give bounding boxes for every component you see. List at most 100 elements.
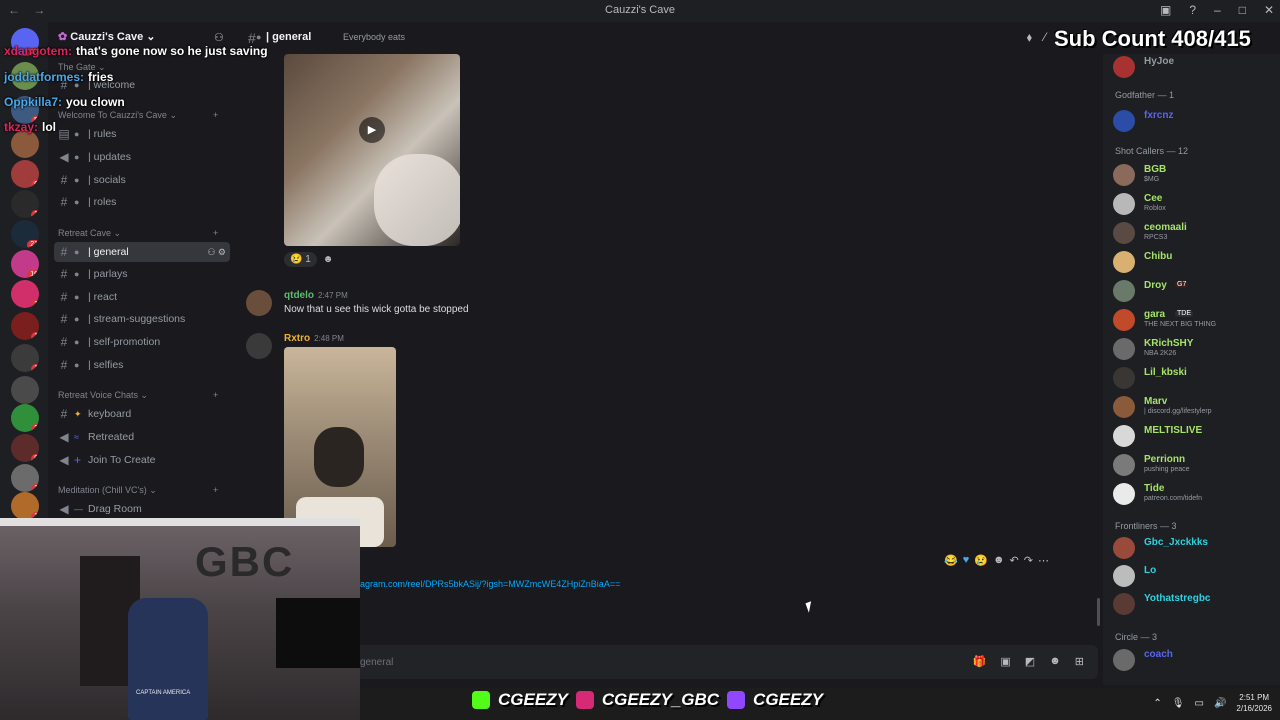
taskbar: CGEEZY CGEEZY_GBC CGEEZY ⌃ 🎙 ▭ 🔊 2:51 PM… <box>360 688 1280 720</box>
role-header-shot-callers: Shot Callers — 12 <box>1115 146 1189 156</box>
category-meditation[interactable]: Meditation (Chill VC's) ⌄ + <box>58 485 218 496</box>
add-member-icon[interactable]: ⚇ <box>214 31 224 44</box>
member-item[interactable]: ceomaali RPCS3 <box>1113 220 1273 246</box>
gift-icon[interactable]: 🎁 <box>973 655 987 668</box>
server-icon[interactable]: 16 <box>11 250 39 278</box>
channel-react[interactable]: # ● | react <box>54 287 230 307</box>
channel-join-to-create[interactable]: ◀ + Join To Create <box>54 450 230 470</box>
channel-retreated[interactable]: ◀ ≈ Retreated <box>54 427 230 447</box>
member-item[interactable]: Chibu <box>1113 249 1273 275</box>
message-link[interactable]: agram.com/reel/DPRs5bkASij/?igsh=MWZmcWE… <box>360 579 620 589</box>
channel-self-promotion[interactable]: # ● | self-promotion <box>54 332 230 352</box>
message-composer[interactable]: general 🎁 ▣ ◩ ☻ ⊞ <box>236 645 1098 679</box>
reaction-cry-icon[interactable]: 😢 <box>974 554 988 567</box>
system-clock[interactable]: 2:51 PM 2/16/2026 <box>1236 692 1272 714</box>
channel-selfies[interactable]: # ● | selfies <box>54 355 230 375</box>
server-name[interactable]: ✿ Cauzzi's Cave ⌄ <box>58 30 156 43</box>
avatar[interactable] <box>246 333 272 359</box>
member-item[interactable]: fxrcnz <box>1113 108 1273 134</box>
avatar <box>1113 164 1135 186</box>
server-icon[interactable]: 1 <box>11 190 39 218</box>
member-item[interactable]: Perrionn pushing peace <box>1113 452 1273 478</box>
avatar <box>1113 396 1135 418</box>
help-icon[interactable]: ? <box>1189 3 1196 17</box>
server-icon[interactable]: 1 <box>11 280 39 308</box>
video-attachment[interactable]: ▶ <box>284 54 460 246</box>
server-icon[interactable]: 2 <box>11 404 39 432</box>
threads-icon[interactable]: ⬧ <box>1027 30 1032 45</box>
category-voice[interactable]: Retreat Voice Chats ⌄ + <box>58 390 218 401</box>
channel-settings-icon[interactable]: ⚇ ⚙ <box>207 247 226 258</box>
channel-socials[interactable]: # ● | socials <box>54 170 230 190</box>
channel-keyboard[interactable]: # ✦ keyboard <box>54 404 230 424</box>
speaker-icon: ◀ <box>59 502 69 516</box>
tray-chevron-icon[interactable]: ⌃ <box>1153 698 1161 709</box>
member-item[interactable]: BGB $MG <box>1113 162 1273 188</box>
composer-placeholder[interactable]: general <box>360 657 393 668</box>
reaction-button[interactable]: 😢 1 <box>284 252 317 267</box>
wave-icon: ≈ <box>74 432 79 442</box>
member-item[interactable]: coach <box>1113 647 1273 673</box>
channel-updates[interactable]: ◀ ● | updates <box>54 147 230 167</box>
member-item[interactable]: Gbc_Jxckkks <box>1113 535 1273 561</box>
play-icon[interactable]: ▶ <box>359 117 385 143</box>
sticker-icon[interactable]: ◩ <box>1025 655 1035 668</box>
add-channel-icon[interactable]: + <box>213 228 218 238</box>
category-retreat[interactable]: Retreat Cave ⌄ + <box>58 228 218 239</box>
maximize-icon[interactable]: □ <box>1239 3 1246 17</box>
server-emblem-icon: ✿ <box>58 31 68 43</box>
more-icon[interactable]: ⋯ <box>1038 554 1049 567</box>
member-item[interactable]: gara TDE THE NEXT BIG THING <box>1113 307 1273 333</box>
reaction-heart-icon[interactable]: ♥ <box>963 554 970 567</box>
member-item[interactable]: Droy G7 <box>1113 278 1273 304</box>
member-item[interactable]: Lil_kbski <box>1113 365 1273 391</box>
add-reaction-icon[interactable]: ☻ <box>993 554 1005 567</box>
member-item[interactable]: MELTISLIVE <box>1113 423 1273 449</box>
server-icon[interactable]: 6 <box>11 160 39 188</box>
reply-icon[interactable]: ↶ <box>1010 554 1019 567</box>
add-channel-icon[interactable]: + <box>213 390 218 400</box>
member-item[interactable]: KRichSHY NBA 2K26 <box>1113 336 1273 362</box>
avatar[interactable] <box>246 290 272 316</box>
message-author[interactable]: Rxtro 2:48 PM <box>284 333 344 344</box>
member-item[interactable]: Yothatstregbc <box>1113 591 1273 617</box>
server-icon[interactable]: 8 <box>11 434 39 462</box>
member-status: patreon.com/tidefn <box>1144 495 1202 502</box>
add-reaction-icon[interactable]: ☻ <box>323 254 334 265</box>
channel-roles[interactable]: # ● | roles <box>54 192 230 212</box>
server-icon[interactable] <box>11 376 39 404</box>
mute-icon[interactable]: ⁄ <box>1044 30 1046 45</box>
server-icon[interactable]: 21 <box>11 220 39 248</box>
minimize-icon[interactable]: – <box>1214 3 1221 17</box>
member-item[interactable]: Cee Roblox <box>1113 191 1273 217</box>
server-icon[interactable]: 1 <box>11 464 39 492</box>
apps-icon[interactable]: ⊞ <box>1075 655 1084 668</box>
channel-parlays[interactable]: # ● | parlays <box>54 264 230 284</box>
channel-drag-room[interactable]: ◀ — Drag Room <box>54 499 230 519</box>
member-item[interactable]: Lo <box>1113 563 1273 589</box>
inbox-icon[interactable]: ▣ <box>1160 3 1171 17</box>
microphone-icon[interactable]: 🎙 <box>1172 698 1185 709</box>
server-icon[interactable]: 1 <box>11 312 39 340</box>
close-icon[interactable]: ✕ <box>1264 3 1274 17</box>
message-author[interactable]: qtdelo 2:47 PM <box>284 290 348 301</box>
forward-icon[interactable]: ↷ <box>1024 554 1033 567</box>
gif-icon[interactable]: ▣ <box>1000 655 1010 668</box>
network-icon[interactable]: ▭ <box>1195 698 1204 709</box>
member-item[interactable]: Marv | discord.gg/lifestylerp <box>1113 394 1273 420</box>
channel-general[interactable]: # ● | general ⚇ ⚙ <box>54 242 230 262</box>
author-name[interactable]: qtdelo <box>284 290 314 301</box>
server-icon[interactable]: 1 <box>11 492 39 520</box>
member-item[interactable]: HyJoe <box>1113 54 1273 80</box>
channel-topic[interactable]: Everybody eats <box>343 32 405 42</box>
emoji-icon[interactable]: ☻ <box>1049 655 1061 668</box>
video-attachment[interactable] <box>284 347 396 547</box>
author-name[interactable]: Rxtro <box>284 333 310 344</box>
add-channel-icon[interactable]: + <box>213 485 218 495</box>
reaction-laugh-icon[interactable]: 😂 <box>944 554 958 567</box>
scrollbar[interactable] <box>1097 598 1100 626</box>
channel-stream-suggestions[interactable]: # ● | stream-suggestions <box>54 309 230 329</box>
volume-icon[interactable]: 🔊 <box>1214 698 1226 709</box>
server-icon[interactable]: 1 <box>11 344 39 372</box>
member-item[interactable]: Tide patreon.com/tidefn <box>1113 481 1273 507</box>
